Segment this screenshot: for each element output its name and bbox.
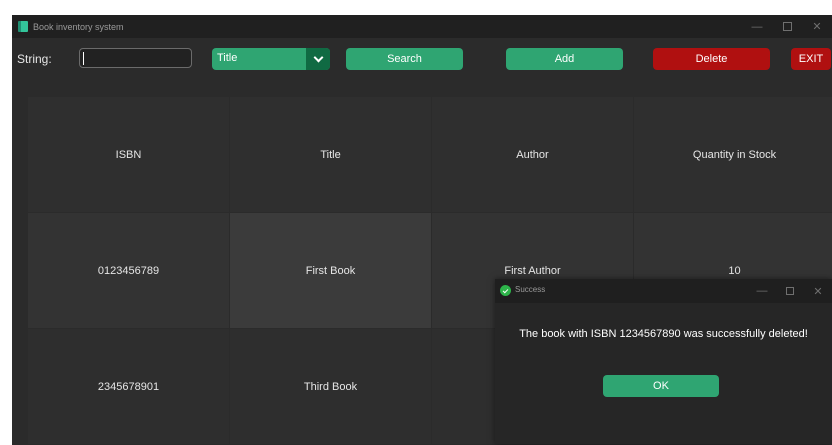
table-cell: First Book (230, 213, 431, 328)
table-cell: 2345678901 (28, 329, 229, 444)
field-select-arrow[interactable] (306, 48, 330, 70)
header-isbn: ISBN (28, 97, 229, 212)
chevron-down-icon (313, 52, 323, 63)
search-button[interactable]: Search (346, 48, 463, 70)
maximize-icon[interactable] (772, 15, 802, 38)
app-book-icon (18, 21, 28, 32)
table-cell: Third Book (230, 329, 431, 444)
field-select-value: Title (217, 52, 238, 64)
close-icon[interactable]: ✕ (804, 279, 832, 303)
table-cell: 0123456789 (28, 213, 229, 328)
header-title: Title (230, 97, 431, 212)
success-check-icon (500, 285, 511, 296)
exit-button[interactable]: EXIT (791, 48, 831, 70)
ok-button[interactable]: OK (603, 375, 719, 397)
window-title: Book inventory system (33, 21, 124, 32)
close-icon[interactable]: ✕ (802, 15, 832, 38)
field-select[interactable]: Title (212, 48, 330, 70)
maximize-icon[interactable] (776, 279, 804, 303)
window-controls: — ✕ (742, 15, 832, 38)
dialog-title-bar: Success — ✕ (495, 279, 832, 303)
minimize-icon[interactable]: — (748, 279, 776, 303)
success-dialog: Success — ✕ The book with ISBN 123456789… (495, 279, 832, 444)
title-bar: Book inventory system — ✕ (12, 15, 832, 38)
delete-button[interactable]: Delete (653, 48, 770, 70)
search-input[interactable] (79, 48, 192, 68)
dialog-message: The book with ISBN 1234567890 was succes… (519, 328, 808, 340)
toolbar: String: Title Search Add Delete EXIT (12, 47, 832, 73)
header-author: Author (432, 97, 633, 212)
string-label: String: (17, 52, 52, 66)
minimize-icon[interactable]: — (742, 15, 772, 38)
dialog-controls: — ✕ (748, 279, 832, 303)
dialog-title: Success (515, 285, 546, 294)
header-quantity: Quantity in Stock (634, 97, 832, 212)
app-window: Book inventory system — ✕ String: Title … (12, 15, 832, 445)
text-caret (83, 52, 84, 65)
add-button[interactable]: Add (506, 48, 623, 70)
